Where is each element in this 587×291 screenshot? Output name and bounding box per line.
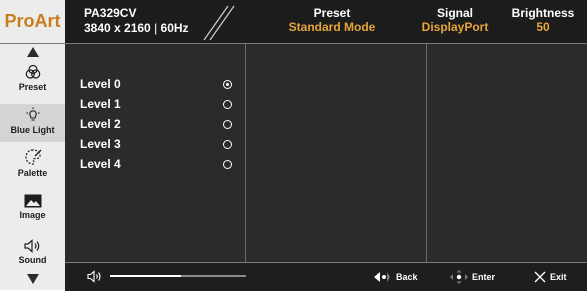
image-icon: [24, 194, 41, 208]
sidebar-item-label: Sound: [18, 255, 47, 265]
content-panel: Level 0 Level 1 Level 2 Level 3 Level 4: [65, 44, 587, 262]
level-3-label[interactable]: Level 3: [80, 137, 121, 151]
sidebar-item-label: Preset: [18, 82, 47, 92]
preset-icon: [25, 64, 40, 79]
exit-button[interactable]: Exit: [534, 263, 567, 291]
triangle-down-icon: [26, 274, 39, 284]
level-options-column: Level 0 Level 1 Level 2 Level 3 Level 4: [65, 44, 245, 262]
preset-title: Preset: [313, 6, 351, 20]
enter-joystick-icon: [450, 270, 468, 284]
resolution-line: 3840 x 2160 | 60Hz: [84, 21, 189, 36]
level-1-radio[interactable]: [223, 100, 232, 109]
model-name: PA329CV: [84, 6, 137, 20]
back-button[interactable]: Back: [374, 263, 418, 291]
triangle-up-icon: [26, 47, 39, 57]
palette-icon: [24, 149, 41, 165]
column-divider: [245, 44, 246, 262]
header-signal: Signal DisplayPort: [415, 6, 495, 34]
scroll-down-arrow[interactable]: [0, 274, 65, 284]
sidebar: Preset Blue Light Palette Image Sound: [0, 44, 65, 290]
sidebar-item-sound[interactable]: Sound: [0, 239, 65, 273]
level-0-label[interactable]: Level 0: [80, 77, 121, 91]
brand-logo: ProArt: [0, 0, 65, 43]
enter-label: Enter: [472, 272, 496, 282]
exit-label: Exit: [550, 272, 567, 282]
signal-title: Signal: [436, 6, 473, 20]
sidebar-item-palette[interactable]: Palette: [0, 148, 65, 186]
column-divider: [426, 44, 427, 262]
osd-menu: ProArt PA329CV 3840 x 2160 | 60Hz Preset…: [0, 0, 587, 291]
sidebar-item-label: Blue Light: [10, 125, 55, 135]
brightness-title: Brightness: [511, 6, 575, 20]
level-4-radio[interactable]: [223, 160, 232, 169]
back-arrow-icon: [374, 272, 390, 282]
volume-slider[interactable]: [110, 275, 246, 277]
signal-value: DisplayPort: [421, 20, 489, 34]
brightness-value: 50: [536, 20, 550, 34]
level-3-radio[interactable]: [223, 140, 232, 149]
sidebar-item-label: Image: [19, 210, 46, 220]
enter-button[interactable]: Enter: [450, 263, 495, 291]
sidebar-item-label: Palette: [17, 168, 48, 178]
sidebar-item-image[interactable]: Image: [0, 194, 65, 230]
back-label: Back: [396, 272, 418, 282]
model-info: PA329CV 3840 x 2160 | 60Hz: [84, 6, 189, 36]
header-bar: ProArt PA329CV 3840 x 2160 | 60Hz Preset…: [0, 0, 587, 44]
header-preset: Preset Standard Mode: [272, 6, 392, 34]
preset-value: Standard Mode: [288, 20, 376, 34]
refresh-text: 60Hz: [160, 21, 189, 35]
level-4-label[interactable]: Level 4: [80, 157, 121, 171]
scroll-up-arrow[interactable]: [0, 47, 65, 57]
level-0-radio[interactable]: [223, 80, 232, 89]
blue-light-icon: [26, 107, 39, 121]
level-2-label[interactable]: Level 2: [80, 117, 121, 131]
volume-slider-fill: [110, 275, 181, 277]
header-brightness: Brightness 50: [505, 6, 581, 34]
close-icon: [534, 271, 546, 283]
header-slash-decoration: [203, 5, 235, 41]
volume-icon: [87, 270, 101, 283]
sidebar-item-blue-light[interactable]: Blue Light: [0, 104, 65, 142]
level-1-label[interactable]: Level 1: [80, 97, 121, 111]
sidebar-item-preset[interactable]: Preset: [0, 64, 65, 104]
sound-icon: [23, 239, 39, 253]
level-2-radio[interactable]: [223, 120, 232, 129]
resolution-text: 3840 x 2160: [84, 21, 151, 35]
footer-bar: Back Enter Exit: [65, 262, 587, 291]
